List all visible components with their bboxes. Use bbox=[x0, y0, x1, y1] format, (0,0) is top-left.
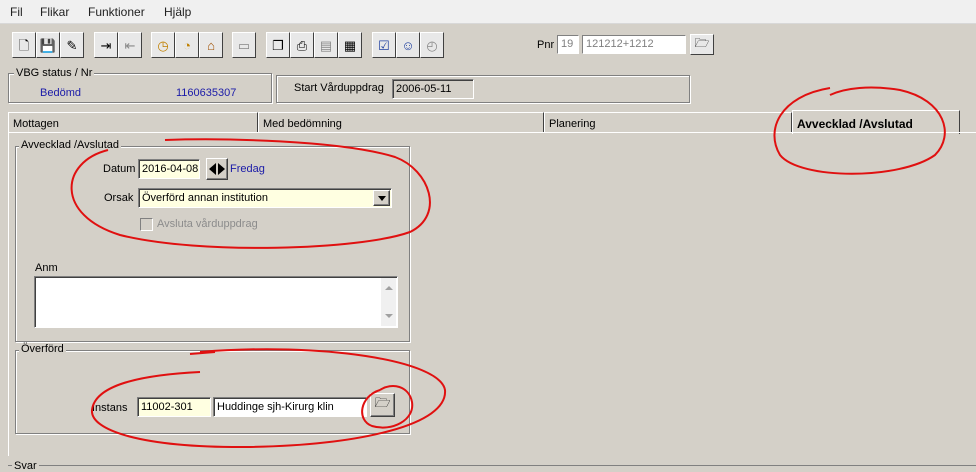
instans-code-field[interactable]: 11002-301 bbox=[137, 397, 211, 417]
tab-med-bedomning[interactable]: Med bedömning bbox=[258, 112, 544, 133]
save-icon[interactable]: 💾 bbox=[36, 32, 60, 58]
menu-bar: Fil Flikar Funktioner Hjälp bbox=[0, 0, 976, 24]
anm-textarea[interactable] bbox=[34, 276, 398, 328]
blank-icon[interactable]: ▭ bbox=[232, 32, 256, 58]
scroll-up-icon[interactable] bbox=[385, 286, 393, 290]
preview-icon[interactable]: ▤ bbox=[314, 32, 338, 58]
anm-label: Anm bbox=[35, 262, 58, 274]
avsluta-checkbox[interactable] bbox=[140, 218, 153, 231]
tab-mottagen[interactable]: Mottagen bbox=[8, 112, 258, 133]
tab-panel-border bbox=[8, 132, 976, 133]
copy-icon[interactable]: ❐ bbox=[266, 32, 290, 58]
menu-funktioner[interactable]: Funktioner bbox=[88, 5, 145, 19]
house-icon[interactable]: ⌂ bbox=[199, 32, 223, 58]
overford-group bbox=[15, 350, 410, 434]
pnr-number-field[interactable]: 121212+1212 bbox=[582, 35, 686, 54]
instans-name-field[interactable]: Huddinge sjh-Kirurg klin bbox=[213, 397, 367, 417]
menu-fil[interactable]: Fil bbox=[10, 5, 23, 19]
checklist-icon[interactable]: ☑ bbox=[372, 32, 396, 58]
export-icon[interactable]: ⇤ bbox=[118, 32, 142, 58]
calculator-icon[interactable]: ▦ bbox=[338, 32, 362, 58]
import-icon[interactable]: ⇥ bbox=[94, 32, 118, 58]
vbg-status-legend: VBG status / Nr bbox=[14, 67, 95, 79]
orsak-label: Orsak bbox=[104, 192, 134, 204]
chevron-down-icon[interactable] bbox=[373, 190, 390, 206]
tab-planering[interactable]: Planering bbox=[544, 112, 792, 133]
new-document-icon[interactable]: 🗋 bbox=[12, 32, 36, 58]
document-clock-icon[interactable]: ◴ bbox=[420, 32, 444, 58]
scroll-down-icon[interactable] bbox=[385, 314, 393, 318]
avsluta-checkbox-label: Avsluta vårduppdrag bbox=[157, 218, 258, 230]
smiley-icon[interactable]: ☺ bbox=[396, 32, 420, 58]
clock-icon[interactable]: ◷ bbox=[151, 32, 175, 58]
tab-panel-left-border bbox=[8, 132, 9, 456]
menu-hjalp[interactable]: Hjälp bbox=[164, 5, 191, 19]
start-label: Start Vårduppdrag bbox=[294, 82, 384, 94]
menu-flikar[interactable]: Flikar bbox=[40, 5, 69, 19]
avvecklad-legend: Avvecklad /Avslutad bbox=[19, 139, 122, 151]
print-icon[interactable]: ⎙ bbox=[290, 32, 314, 58]
tab-avvecklad-avslutad[interactable]: Avvecklad /Avslutad bbox=[792, 110, 960, 134]
datum-label: Datum bbox=[103, 163, 136, 175]
svar-group bbox=[8, 465, 976, 466]
weekday-label: Fredag bbox=[230, 163, 265, 175]
instans-lookup-icon[interactable]: 🗁 bbox=[370, 393, 395, 417]
timer-icon[interactable]: ◔ bbox=[175, 32, 199, 58]
edit-icon[interactable]: ✎ bbox=[60, 32, 84, 58]
vbg-number-value: 1160635307 bbox=[176, 87, 237, 99]
instans-label: Instans bbox=[92, 402, 128, 414]
pnr-label: Pnr bbox=[537, 39, 555, 51]
overford-legend: Överförd bbox=[19, 343, 66, 355]
date-step-arrows-icon[interactable] bbox=[206, 158, 228, 180]
tab-row: Mottagen Med bedömning Planering Avveckl… bbox=[8, 110, 976, 134]
pnr-century-field[interactable]: 19 bbox=[557, 35, 579, 54]
start-date-field: 2006-05-11 bbox=[392, 79, 474, 99]
open-folder-icon[interactable]: 🗁 bbox=[690, 34, 714, 55]
vbg-status-value: Bedömd bbox=[40, 87, 81, 99]
toolbar: 🗋 💾 ✎ ⇥ ⇤ ◷ ◔ ⌂ ▭ ❐ ⎙ ▤ ▦ ☑ ☺ ◴ Pnr 19 1… bbox=[0, 28, 976, 62]
datum-field[interactable]: 2016-04-08 bbox=[138, 159, 200, 179]
anm-scrollbar[interactable] bbox=[381, 278, 396, 326]
orsak-select[interactable]: Överförd annan institution bbox=[138, 188, 392, 208]
svar-legend: Svar bbox=[12, 460, 39, 472]
